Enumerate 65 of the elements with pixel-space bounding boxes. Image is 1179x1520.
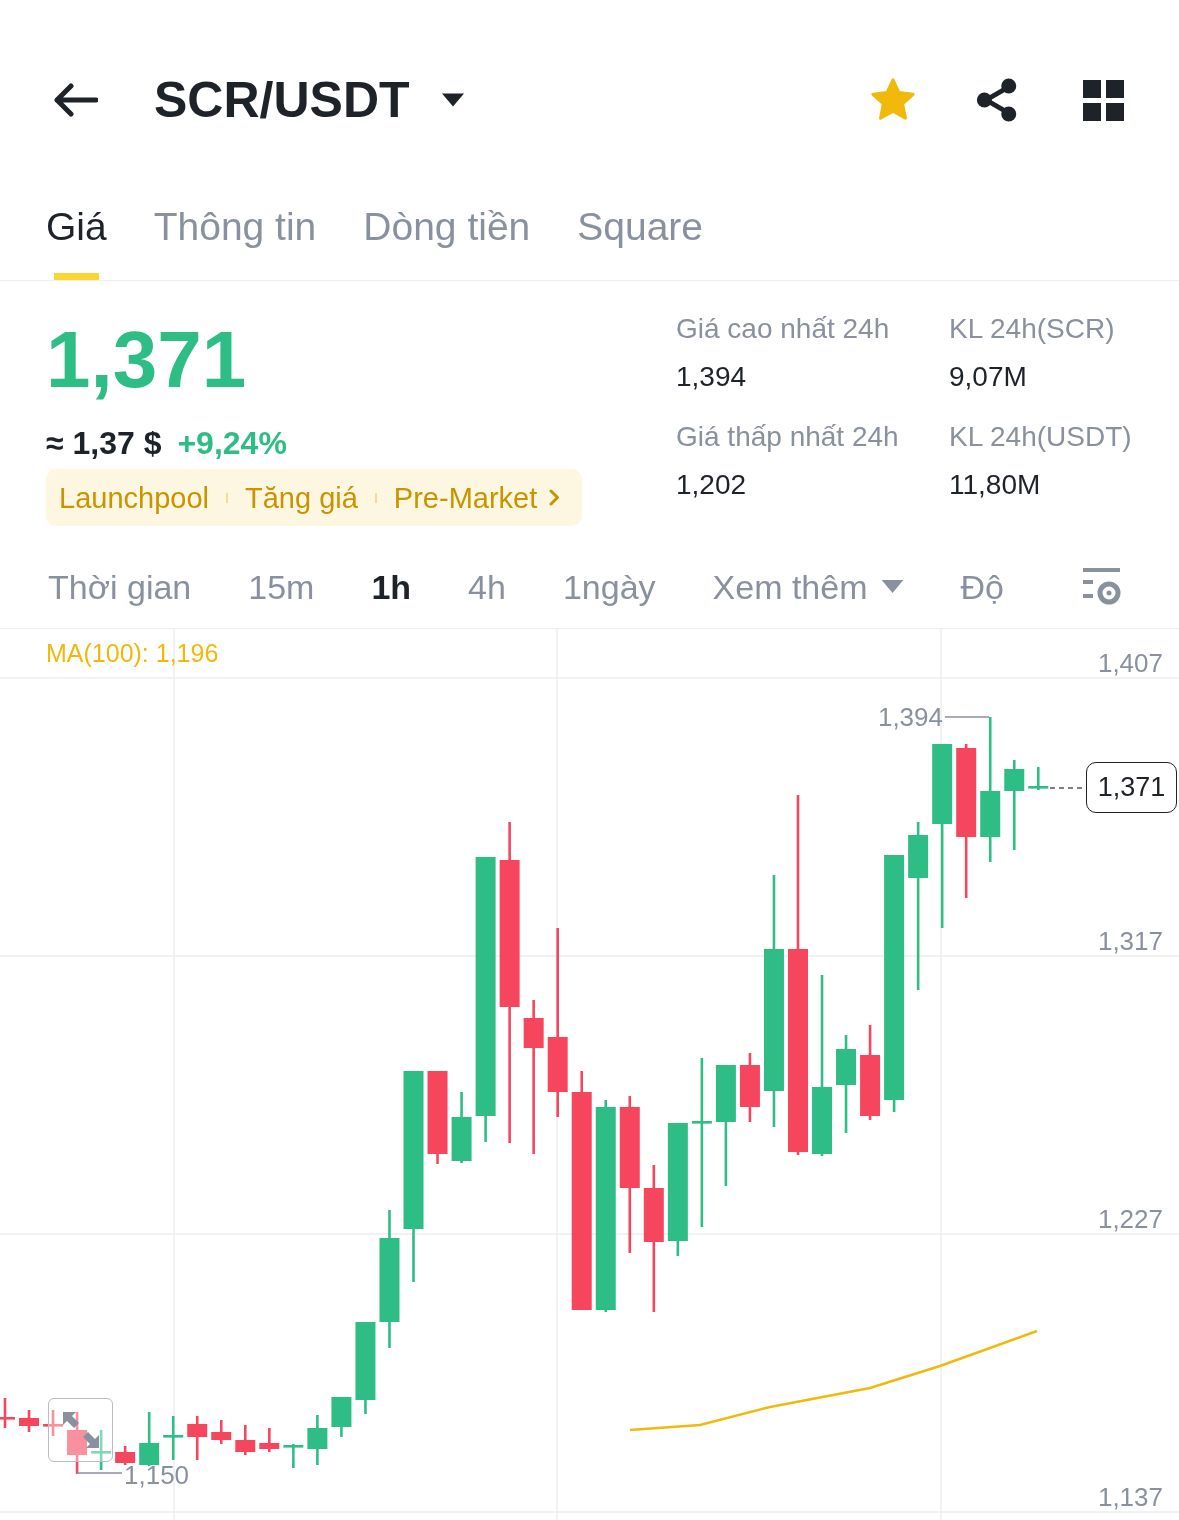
expand-icon bbox=[62, 1412, 99, 1448]
tag-link[interactable]: Launchpool bbox=[59, 479, 209, 516]
expand-button[interactable] bbox=[48, 1398, 113, 1462]
rising-candle bbox=[91, 1430, 112, 1470]
stat-label: Giá cao nhất 24h bbox=[676, 312, 891, 346]
falling-candle bbox=[115, 1446, 136, 1465]
low-price-label: 1,150 bbox=[124, 1462, 190, 1488]
ma-indicator-label: MA(100): 1,196 bbox=[46, 640, 219, 666]
stat-label: KL 24h(USDT) bbox=[949, 420, 1132, 454]
interval-tab[interactable]: 1h bbox=[371, 565, 412, 608]
usd-price: ≈ 1,37 $ bbox=[46, 424, 162, 463]
tag-link[interactable]: Pre-Market bbox=[393, 479, 538, 516]
rising-candle bbox=[139, 1412, 160, 1466]
rising-candle bbox=[451, 1092, 472, 1163]
rising-candle bbox=[163, 1416, 184, 1460]
rising-candle bbox=[283, 1444, 304, 1468]
chevron-right-icon[interactable] bbox=[549, 489, 561, 506]
falling-candle bbox=[187, 1416, 208, 1460]
tab[interactable]: Giá bbox=[46, 204, 107, 280]
rising-candle bbox=[1028, 767, 1049, 790]
price-axis-label: 1,227 bbox=[1097, 1206, 1163, 1232]
stat-value: 9,07M bbox=[949, 360, 1028, 394]
caret-down-icon bbox=[880, 580, 904, 593]
last-price-tag: 1,371 bbox=[1086, 762, 1177, 813]
falling-candle bbox=[235, 1425, 256, 1455]
rising-candle bbox=[331, 1397, 352, 1437]
falling-candle bbox=[211, 1420, 232, 1444]
pair-selector[interactable]: SCR/USDT bbox=[154, 70, 464, 130]
stat-value: 11,80M bbox=[949, 468, 1042, 502]
stat-label: KL 24h(SCR) bbox=[949, 312, 1116, 346]
leader-line bbox=[76, 1472, 123, 1474]
tag-link[interactable]: Tăng giá bbox=[245, 479, 358, 516]
falling-candle bbox=[259, 1428, 280, 1452]
falling-candle bbox=[19, 1410, 40, 1432]
caret-down-icon bbox=[441, 93, 464, 107]
chart-settings-icon[interactable] bbox=[1083, 567, 1121, 606]
stat-value: 1,394 bbox=[676, 360, 748, 394]
stat-label: Giá thấp nhất 24h bbox=[676, 420, 900, 454]
rising-candle bbox=[307, 1415, 328, 1465]
more-dropdown[interactable]: Xem thêm bbox=[712, 565, 904, 608]
interval-tab[interactable]: 1ngày bbox=[562, 565, 656, 608]
price-axis-label: 1,317 bbox=[1097, 928, 1163, 954]
back-arrow-icon[interactable] bbox=[52, 82, 98, 118]
interval-tab[interactable]: Độ bbox=[960, 565, 1004, 608]
price-axis-label: 1,137 bbox=[1097, 1484, 1163, 1510]
falling-candle bbox=[0, 1398, 15, 1428]
falling-candle bbox=[739, 1053, 760, 1122]
star-icon[interactable] bbox=[870, 78, 916, 122]
last-price-line bbox=[1049, 787, 1084, 789]
falling-candle bbox=[43, 1410, 64, 1436]
price-change: +9,24% bbox=[177, 424, 287, 463]
interval-tab[interactable]: 15m bbox=[248, 565, 315, 608]
stat-value: 1,202 bbox=[676, 468, 748, 502]
price-axis-label: 1,407 bbox=[1097, 650, 1163, 676]
interval-tab[interactable]: Thời gian bbox=[48, 565, 192, 608]
grid-icon[interactable] bbox=[1083, 79, 1124, 121]
last-price: 1,371 bbox=[46, 320, 247, 400]
falling-candle bbox=[67, 1412, 88, 1474]
tab[interactable]: Square bbox=[577, 204, 704, 280]
tab-underline bbox=[53, 273, 99, 280]
interval-tab[interactable]: 4h bbox=[468, 565, 506, 608]
tab[interactable]: Thông tin bbox=[153, 204, 317, 280]
tab[interactable]: Dòng tiền bbox=[363, 204, 531, 280]
leader-line bbox=[944, 716, 990, 718]
high-price-label: 1,394 bbox=[877, 704, 943, 730]
